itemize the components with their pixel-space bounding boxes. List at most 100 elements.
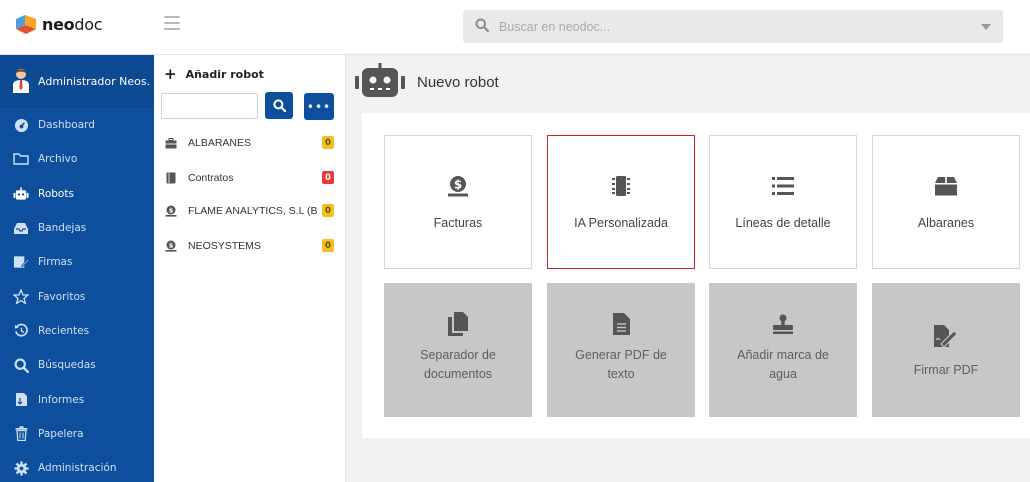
- card-lineas-de-detalle[interactable]: Líneas de detalle: [709, 135, 857, 269]
- robot-folder-neosystems[interactable]: $ NEOSYSTEMS 0: [164, 237, 334, 255]
- star-icon: [13, 289, 29, 305]
- sidebar-item-recientes[interactable]: Recientes: [0, 314, 154, 348]
- count-badge: 0: [322, 136, 334, 149]
- card-label: Líneas de detalle: [735, 216, 831, 230]
- card-label: Facturas: [433, 216, 483, 230]
- gear-icon: [13, 460, 29, 476]
- add-robot-label: Añadir robot: [185, 67, 264, 81]
- invoice-icon: $: [447, 174, 469, 198]
- global-search[interactable]: Buscar en neodoc...: [463, 10, 1003, 43]
- sidebar-item-label: Firmas: [38, 256, 73, 269]
- add-robot-button[interactable]: + Añadir robot: [164, 65, 264, 83]
- folder-label: Contratos: [188, 172, 234, 184]
- card-label: Añadir marca de agua: [737, 348, 829, 381]
- sidebar: Administrador Neos... Dashboard Archivo …: [0, 55, 154, 482]
- neodoc-logo-icon: [14, 12, 38, 36]
- sidebar-item-papelera[interactable]: Papelera: [0, 417, 154, 451]
- invoice-icon: $: [164, 204, 178, 218]
- count-badge: 0: [322, 204, 334, 217]
- sidebar-item-label: Favoritos: [38, 290, 86, 303]
- folder-label: FLAME ANALYTICS, S.L (B...: [188, 205, 318, 217]
- robot-icon: [355, 63, 405, 101]
- robot-icon: [13, 186, 29, 202]
- sidebar-item-label: Administración: [38, 462, 117, 475]
- card-separador-de-documentos[interactable]: Separador de documentos: [384, 283, 532, 417]
- page-title: Nuevo robot: [417, 73, 499, 91]
- robot-folder-contratos[interactable]: Contratos 0: [164, 169, 334, 187]
- plus-icon: +: [164, 65, 177, 83]
- robot-search-input[interactable]: [161, 93, 258, 119]
- folder-label: ALBARANES: [188, 137, 252, 149]
- logo-text: neodoc: [42, 14, 103, 34]
- card-label: Albaranes: [917, 216, 975, 230]
- sidebar-item-firmas[interactable]: Firmas: [0, 245, 154, 279]
- card-label: Separador de documentos: [420, 348, 496, 381]
- robot-panel: + Añadir robot ••• ALBARANES 0 Contratos…: [154, 55, 346, 482]
- sidebar-item-label: Robots: [38, 187, 74, 200]
- sidebar-item-label: Búsquedas: [38, 359, 96, 372]
- card-label: IA Personalizada: [574, 216, 668, 230]
- search-placeholder: Buscar en neodoc...: [499, 19, 611, 34]
- sidebar-item-bandejas[interactable]: Bandejas: [0, 211, 154, 245]
- sidebar-item-robots[interactable]: Robots: [0, 177, 154, 211]
- sidebar-item-label: Bandejas: [38, 222, 87, 235]
- document-icon: [164, 171, 178, 185]
- sidebar-item-label: Papelera: [38, 427, 84, 440]
- user-name: Administrador Neos...: [38, 74, 150, 88]
- more-options-button[interactable]: •••: [304, 93, 334, 120]
- trash-icon: [13, 426, 29, 442]
- card-label: Generar PDF de texto: [575, 348, 667, 381]
- sidebar-item-label: Dashboard: [38, 119, 95, 132]
- card-firmar-pdf[interactable]: Firmar PDF: [872, 283, 1020, 417]
- report-icon: [13, 392, 29, 408]
- folder-label: NEOSYSTEMS: [188, 240, 261, 252]
- menu-toggle-icon[interactable]: [164, 16, 180, 30]
- more-icon: •••: [306, 99, 332, 114]
- history-icon: [13, 323, 29, 339]
- briefcase-icon: [164, 136, 178, 150]
- stamp-icon: [772, 312, 794, 336]
- file-text-icon: [612, 312, 630, 336]
- card-anadir-marca-de-agua[interactable]: Añadir marca de agua: [709, 283, 857, 417]
- svg-text:$: $: [169, 206, 174, 214]
- invoice-icon: $: [164, 239, 178, 253]
- search-icon: [272, 99, 286, 112]
- sidebar-item-informes[interactable]: Informes: [0, 382, 154, 416]
- folder-icon: [13, 151, 29, 167]
- card-ia-personalizada[interactable]: IA Personalizada: [547, 135, 695, 269]
- sidebar-item-archivo[interactable]: Archivo: [0, 142, 154, 176]
- svg-text:$: $: [454, 177, 462, 191]
- card-label: Firmar PDF: [913, 363, 979, 377]
- robot-type-grid: $ Facturas IA Personalizada Líneas de de…: [362, 113, 1030, 438]
- page-header: Nuevo robot: [355, 63, 499, 101]
- search-icon: [475, 17, 490, 36]
- sidebar-item-busquedas[interactable]: Búsquedas: [0, 348, 154, 382]
- count-badge: 0: [322, 171, 334, 184]
- sidebar-item-label: Recientes: [38, 324, 90, 337]
- sidebar-item-favoritos[interactable]: Favoritos: [0, 279, 154, 313]
- signature-icon: [13, 254, 29, 270]
- robot-folder-flame-analytics[interactable]: $ FLAME ANALYTICS, S.L (B... 0: [164, 202, 334, 220]
- copy-icon: [448, 312, 468, 336]
- robot-folder-albaranes[interactable]: ALBARANES 0: [164, 134, 334, 152]
- sidebar-item-dashboard[interactable]: Dashboard: [0, 108, 154, 142]
- card-facturas[interactable]: $ Facturas: [384, 135, 532, 269]
- sidebar-item-administracion[interactable]: Administración: [0, 451, 154, 482]
- sign-file-icon: [934, 324, 958, 348]
- card-albaranes[interactable]: Albaranes: [872, 135, 1020, 269]
- avatar: [12, 68, 30, 94]
- logo[interactable]: neodoc: [14, 12, 102, 36]
- list-icon: [772, 174, 794, 198]
- user-profile[interactable]: Administrador Neos...: [0, 55, 154, 108]
- robot-search-button[interactable]: [265, 92, 293, 119]
- dashboard-icon: [13, 117, 29, 133]
- box-icon: [935, 174, 957, 198]
- top-bar: neodoc Buscar en neodoc...: [0, 0, 1030, 55]
- search-icon: [13, 357, 29, 373]
- count-badge: 0: [322, 239, 334, 252]
- chip-icon: [611, 174, 631, 198]
- sidebar-item-label: Informes: [38, 393, 85, 406]
- card-generar-pdf-de-texto[interactable]: Generar PDF de texto: [547, 283, 695, 417]
- svg-text:$: $: [169, 241, 174, 249]
- chevron-down-icon[interactable]: [981, 24, 991, 30]
